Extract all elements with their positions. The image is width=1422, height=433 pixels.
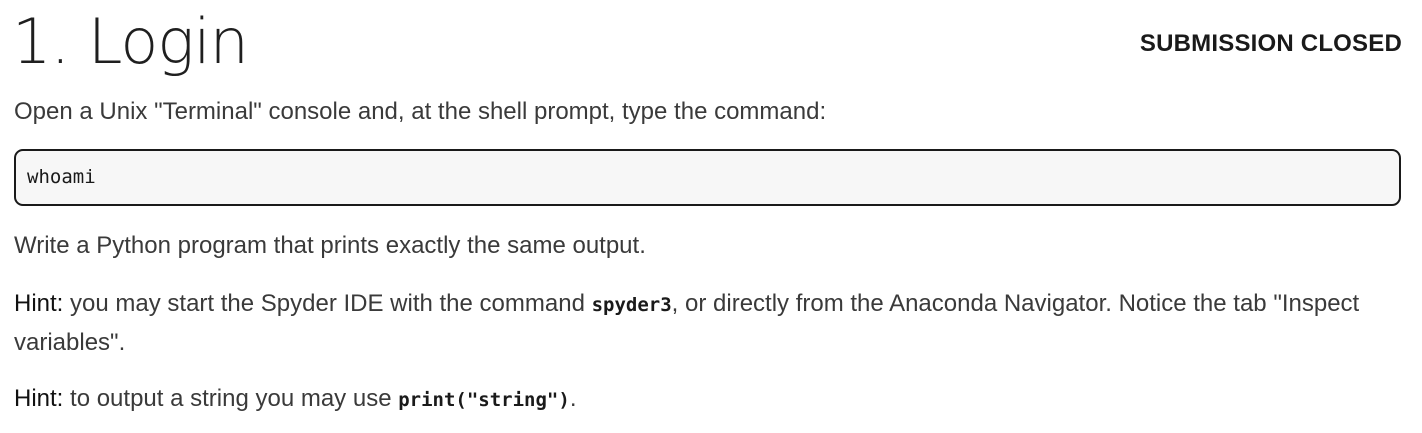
- hint-label: Hint:: [14, 385, 64, 412]
- page-header: 1. Login SUBMISSION CLOSED: [12, 0, 1402, 92]
- inline-code: spyder3: [591, 294, 672, 316]
- instruction-text: Open a Unix "Terminal" console and, at t…: [14, 98, 827, 125]
- hint-label: Hint:: [14, 290, 64, 317]
- inline-code: print("string"): [398, 389, 570, 411]
- hint-paragraph: Hint: to output a string you may use pri…: [14, 380, 1406, 419]
- hint-paragraph: Hint: you may start the Spyder IDE with …: [14, 285, 1406, 362]
- page-title: 1. Login: [12, 5, 249, 78]
- command-code: whoami: [27, 166, 96, 188]
- hint-text: you may start the Spyder IDE with the co…: [63, 290, 592, 317]
- hint-text: .: [569, 385, 577, 412]
- submission-status-badge: SUBMISSION CLOSED: [1139, 30, 1402, 57]
- command-code-block: whoami: [14, 149, 1401, 206]
- task-text: Write a Python program that prints exact…: [14, 232, 646, 259]
- hint-text: to output a string you may use: [63, 385, 399, 412]
